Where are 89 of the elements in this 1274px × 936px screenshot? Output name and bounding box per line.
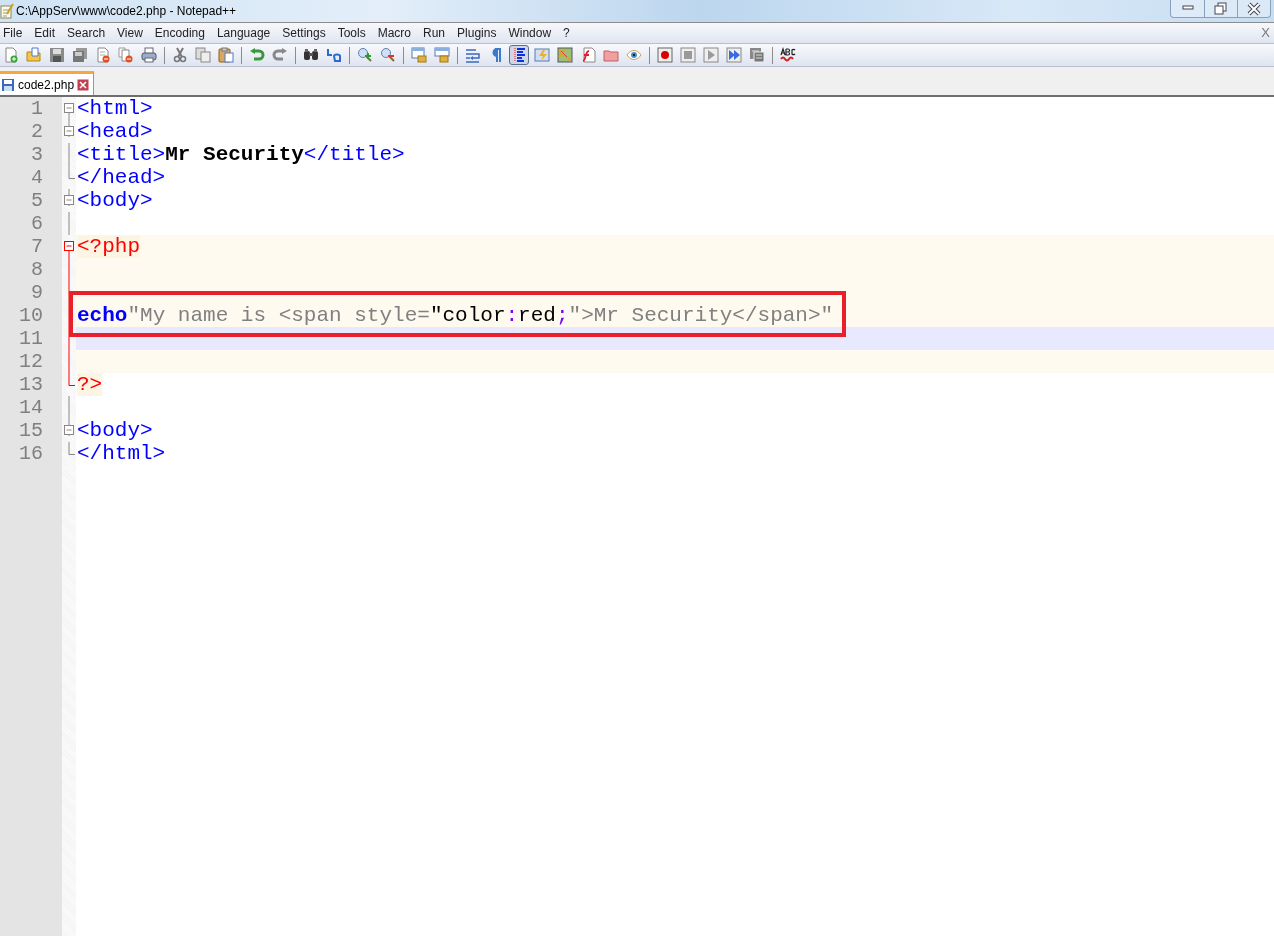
close-all-icon <box>118 47 134 63</box>
line-number: 7 <box>0 235 62 258</box>
menu-item[interactable]: ? <box>563 26 570 40</box>
window-lock-icon <box>434 47 450 63</box>
restore-icon <box>1214 1 1228 16</box>
zoom-in-icon <box>357 47 373 63</box>
menu-item[interactable]: Window <box>508 26 552 40</box>
paste-button[interactable] <box>216 45 236 65</box>
printer-icon <box>141 47 157 63</box>
line-number: 11 <box>0 327 62 350</box>
line-number: 15 <box>0 419 62 442</box>
new-file-icon <box>3 47 19 63</box>
menu-item[interactable]: Macro <box>377 26 411 40</box>
code-line: </head> <box>77 166 166 189</box>
code-line: echo"My name is <span style="color:red;">Mr Security</span>" <box>77 304 834 327</box>
code-line: <head> <box>77 120 153 143</box>
scissors-icon <box>172 47 188 63</box>
line-number: 5 <box>0 189 62 212</box>
printer-button[interactable] <box>139 45 159 65</box>
code-line: </html> <box>77 442 166 465</box>
save-icon <box>49 47 65 63</box>
line-number: 13 <box>0 373 62 396</box>
play-button[interactable] <box>701 45 721 65</box>
window-title: C:\AppServ\www\code2.php - Notepad++ <box>16 4 237 18</box>
record-button[interactable] <box>655 45 675 65</box>
document-tab[interactable]: code2.php <box>0 71 95 95</box>
indent-guide-button[interactable] <box>509 45 529 65</box>
line-number: 16 <box>0 442 62 465</box>
open-folder-icon <box>26 47 42 63</box>
window-lock-button[interactable] <box>409 45 429 65</box>
macro-list-button[interactable] <box>747 45 767 65</box>
macro-list-icon <box>749 47 765 63</box>
menu-item[interactable]: File <box>3 26 23 40</box>
undo-icon <box>249 47 265 63</box>
replace-icon <box>326 47 342 63</box>
eye-icon <box>626 47 642 63</box>
word-wrap-icon <box>465 47 481 63</box>
window-lock-icon <box>411 47 427 63</box>
close-document-button[interactable]: X <box>1261 25 1270 40</box>
map-button[interactable] <box>555 45 575 65</box>
line-number: 6 <box>0 212 62 235</box>
lightning-window-icon <box>534 47 550 63</box>
line-number: 9 <box>0 281 62 304</box>
copy-button[interactable] <box>193 45 213 65</box>
map-icon <box>557 47 573 63</box>
menu-item[interactable]: Settings <box>282 26 326 40</box>
fast-forward-icon <box>726 47 742 63</box>
binoculars-icon <box>303 47 319 63</box>
menu-item[interactable]: Run <box>423 26 446 40</box>
line-number: 10 <box>0 304 62 327</box>
code-line: <body> <box>77 419 153 442</box>
line-number: 12 <box>0 350 62 373</box>
record-icon <box>657 47 673 63</box>
code-line: <html> <box>77 97 153 120</box>
indent-guide-icon <box>511 47 527 63</box>
menu-item[interactable]: Edit <box>34 26 56 40</box>
window-lock-button[interactable] <box>432 45 452 65</box>
close-icon <box>1247 1 1261 16</box>
menu-item[interactable]: Plugins <box>457 26 497 40</box>
function-document-icon <box>580 47 596 63</box>
line-number: 3 <box>0 143 62 166</box>
menu-item[interactable]: Tools <box>337 26 366 40</box>
code-line: <body> <box>77 189 153 212</box>
line-number: 8 <box>0 258 62 281</box>
fast-forward-button[interactable] <box>724 45 744 65</box>
line-number: 14 <box>0 396 62 419</box>
redo-icon <box>272 47 288 63</box>
folder-icon <box>603 47 619 63</box>
line-number: 1 <box>0 97 62 120</box>
line-number: 4 <box>0 166 62 189</box>
save-all-button[interactable] <box>70 45 90 65</box>
play-icon <box>703 47 719 63</box>
close-file-icon <box>95 47 111 63</box>
menu-item[interactable]: Encoding <box>154 26 205 40</box>
menu-item[interactable]: Search <box>67 26 106 40</box>
menu-item[interactable]: View <box>117 26 143 40</box>
paste-icon <box>218 47 234 63</box>
zoom-out-icon <box>380 47 396 63</box>
menu-item[interactable]: Language <box>216 26 271 40</box>
copy-icon <box>195 47 211 63</box>
save-button[interactable] <box>47 45 67 65</box>
code-line: <title>Mr Security</title> <box>77 143 405 166</box>
stop-icon <box>680 47 696 63</box>
save-all-icon <box>72 47 88 63</box>
spelling-abc-icon <box>780 47 796 63</box>
notepad-app-icon <box>0 3 14 19</box>
stop-button[interactable] <box>678 45 698 65</box>
close-icon <box>77 78 90 91</box>
line-number: 2 <box>0 120 62 143</box>
